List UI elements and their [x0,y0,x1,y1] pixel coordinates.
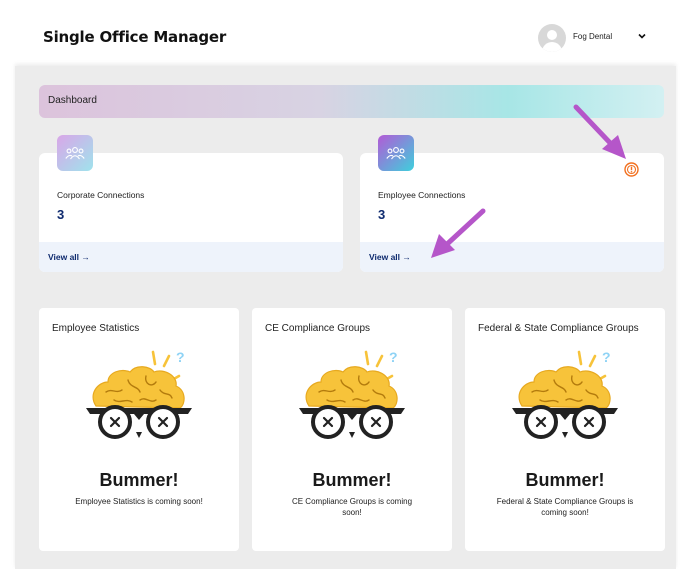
user-name[interactable]: Fog Dental [573,32,612,41]
people-group-icon [378,135,414,171]
svg-text:?: ? [176,349,185,365]
empty-state-message: Employee Statistics is coming soon! [75,497,203,506]
top-bar: Single Office Manager Fog Dental [0,0,688,66]
page-title: Dashboard [48,95,97,106]
employee-statistics-card: Employee Statistics ? Bummer! Employee S… [39,308,239,551]
warning-circle-icon[interactable] [624,162,639,177]
main-content: Dashboard Corporate Connections 3 View a… [15,66,676,569]
empty-state-message: CE Compliance Groups is coming soon! [291,497,413,517]
svg-text:?: ? [602,349,611,365]
ce-compliance-groups-card: CE Compliance Groups ? Bummer! CE Compli… [252,308,452,551]
card-label: Employee Connections [378,190,466,200]
people-group-icon [57,135,93,171]
card-title: Employee Statistics [52,323,140,334]
card-count: 3 [57,207,65,222]
empty-state-message: Federal & State Compliance Groups is com… [496,497,634,517]
card-title: CE Compliance Groups [265,323,371,334]
annotation-arrow-icon [431,208,486,258]
avatar[interactable] [538,24,566,52]
brain-glasses-icon: ? [86,349,192,439]
card-footer: View all → [39,242,343,272]
empty-state-heading: Bummer! [525,470,605,490]
app-title: Single Office Manager [43,28,227,46]
svg-text:?: ? [389,349,398,365]
annotation-arrow-icon [573,104,626,159]
empty-state-heading: Bummer! [312,470,392,490]
card-title: Federal & State Compliance Groups [478,323,639,334]
chevron-down-icon[interactable] [637,31,647,41]
brain-glasses-icon: ? [512,349,618,439]
federal-state-compliance-groups-card: Federal & State Compliance Groups ? Bumm… [465,308,665,551]
card-count: 3 [378,207,386,222]
brain-glasses-icon: ? [299,349,405,439]
card-label: Corporate Connections [57,190,145,200]
card-footer: View all → [360,242,664,272]
view-all-link[interactable]: View all → [48,252,90,262]
empty-state-heading: Bummer! [99,470,179,490]
view-all-link[interactable]: View all → [369,252,411,262]
